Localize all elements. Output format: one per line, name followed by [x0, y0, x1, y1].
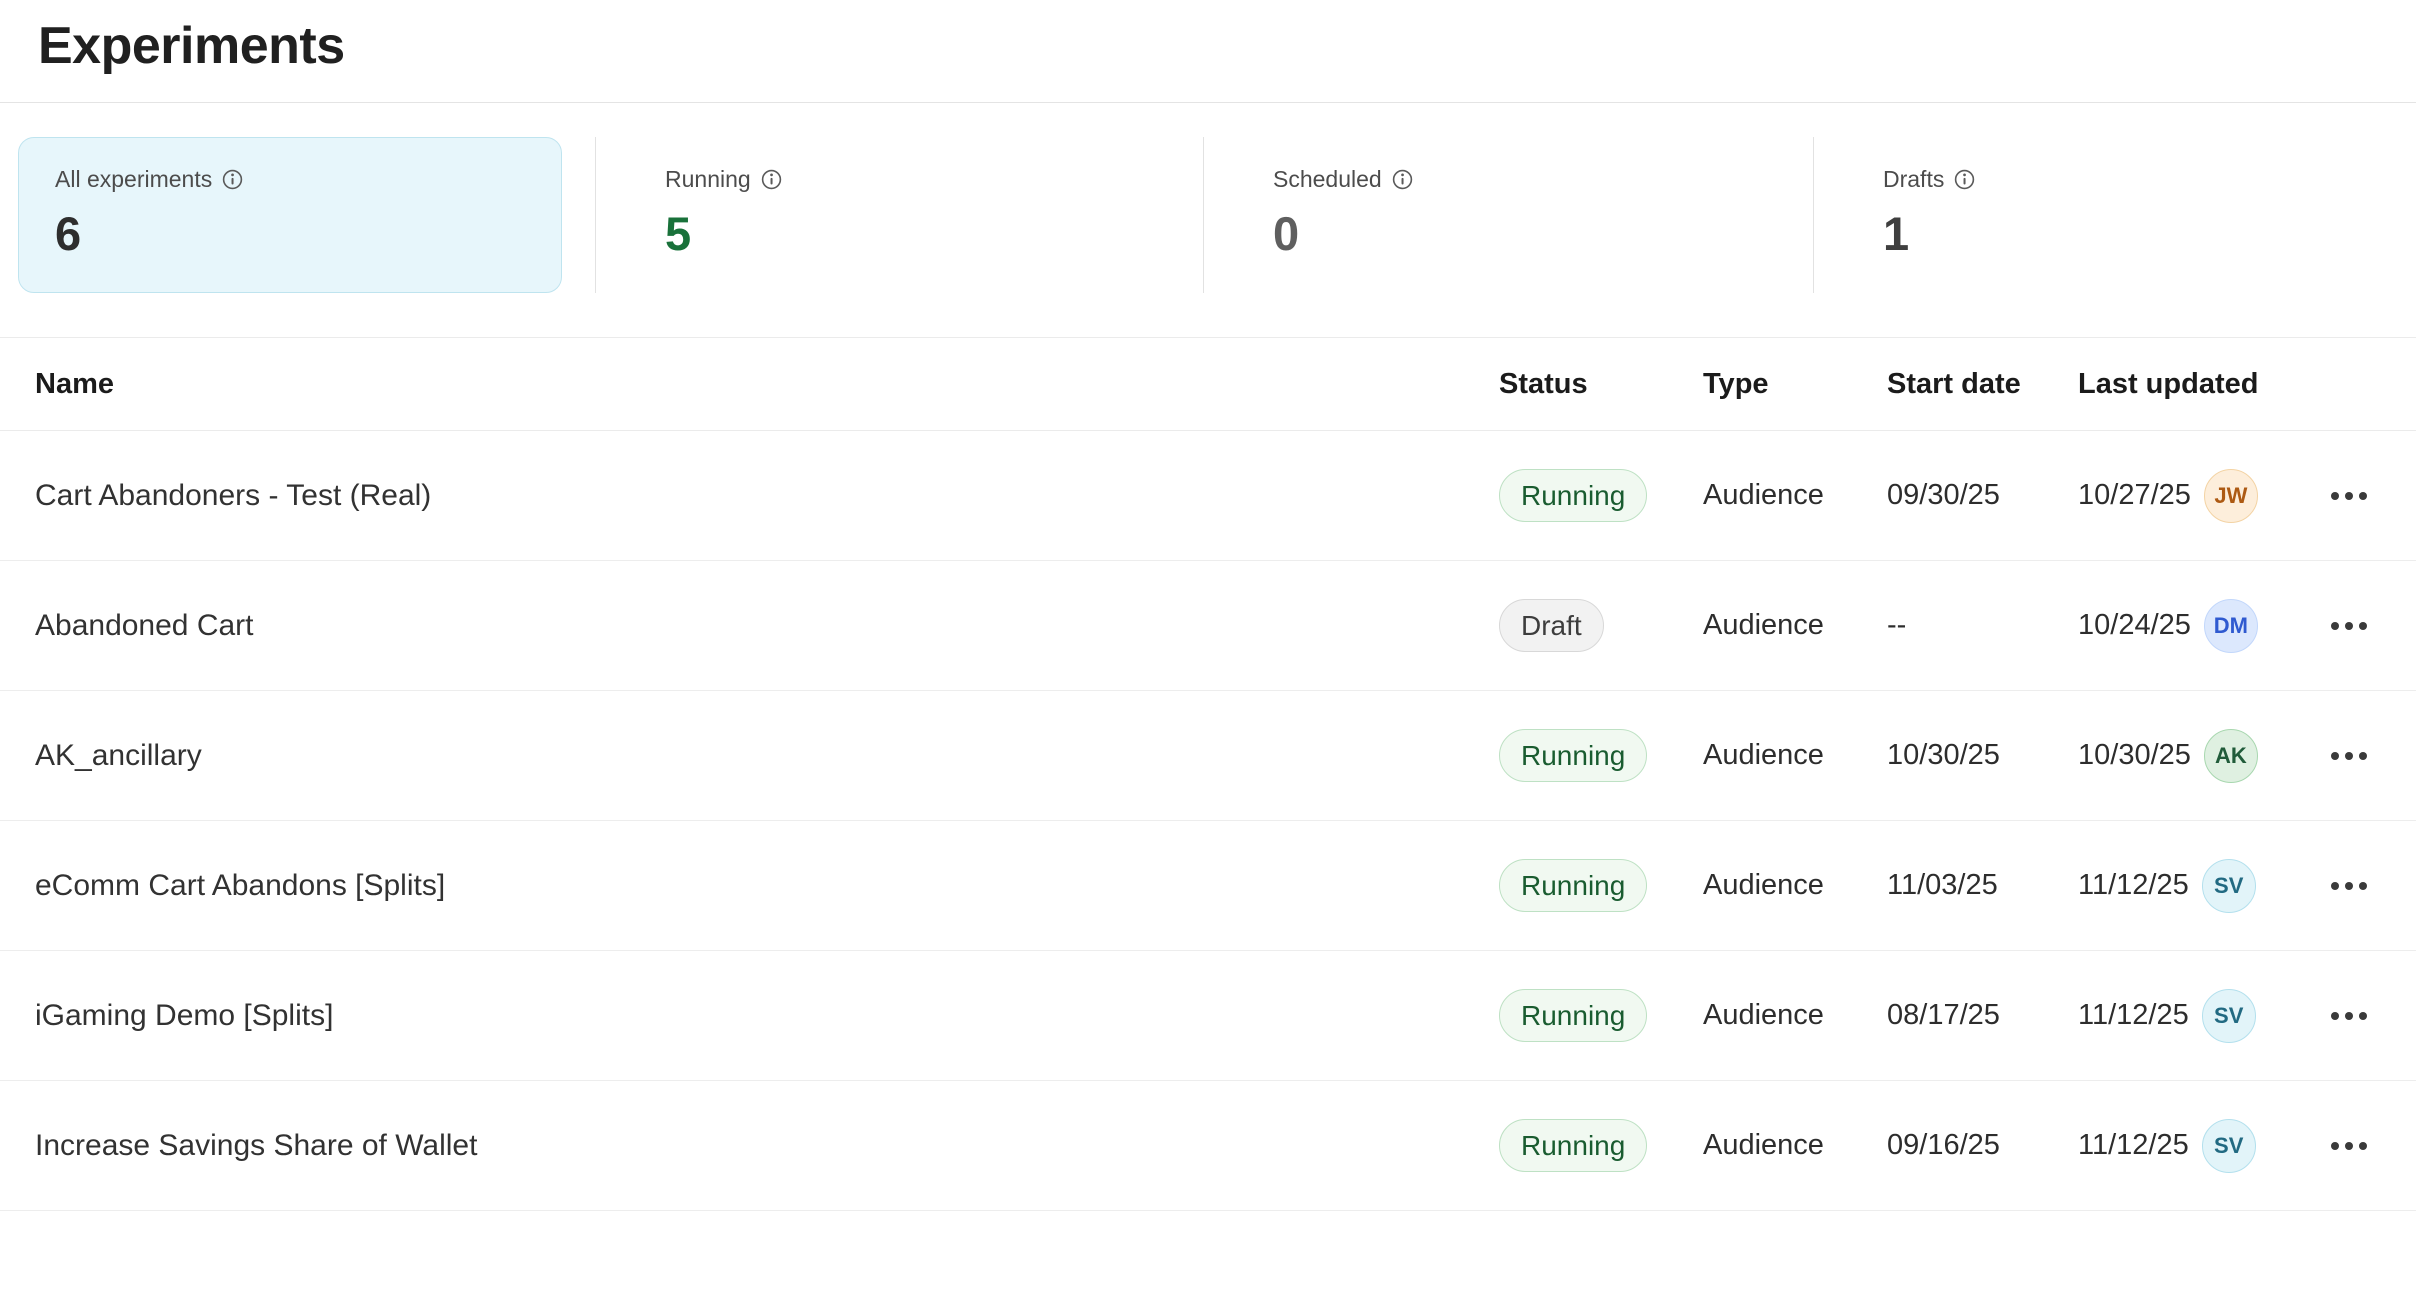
ellipsis-icon	[2331, 492, 2339, 500]
stat-card-scheduled[interactable]: Scheduled 0	[1204, 137, 1813, 293]
last-updated-date: 11/12/25	[2078, 999, 2189, 1032]
stat-card-running[interactable]: Running 5	[596, 137, 1203, 293]
info-icon[interactable]	[761, 169, 782, 190]
stats-row: All experiments 6 Running 5	[0, 137, 2416, 293]
ellipsis-icon	[2331, 1012, 2339, 1020]
row-actions-button[interactable]	[2323, 1130, 2375, 1162]
experiment-name[interactable]: Increase Savings Share of Wallet	[35, 1129, 1499, 1163]
experiment-name[interactable]: Abandoned Cart	[35, 609, 1499, 643]
table-row[interactable]: eComm Cart Abandons [Splits] Running Aud…	[0, 821, 2416, 951]
avatar[interactable]: JW	[2204, 469, 2258, 523]
column-header-start-date: Start date	[1887, 368, 2078, 401]
table-header: Name Status Type Start date Last updated	[0, 338, 2416, 431]
experiment-name[interactable]: AK_ancillary	[35, 739, 1499, 773]
last-updated-date: 11/12/25	[2078, 1129, 2189, 1162]
experiment-name[interactable]: eComm Cart Abandons [Splits]	[35, 869, 1499, 903]
table-row[interactable]: iGaming Demo [Splits] Running Audience 0…	[0, 951, 2416, 1081]
experiment-type: Audience	[1703, 869, 1887, 902]
start-date: 10/30/25	[1887, 739, 2078, 772]
start-date: 09/16/25	[1887, 1129, 2078, 1162]
column-header-type: Type	[1703, 368, 1887, 401]
info-icon[interactable]	[222, 169, 243, 190]
row-actions-button[interactable]	[2323, 740, 2375, 772]
table-row[interactable]: Increase Savings Share of Wallet Running…	[0, 1081, 2416, 1211]
start-date: --	[1887, 609, 2078, 642]
stat-label: All experiments	[55, 166, 212, 193]
status-badge: Running	[1499, 1119, 1647, 1173]
column-header-name: Name	[35, 368, 1499, 401]
row-actions-button[interactable]	[2323, 870, 2375, 902]
table-body: Cart Abandoners - Test (Real) Running Au…	[0, 431, 2416, 1211]
stat-card-all-experiments[interactable]: All experiments 6	[18, 137, 562, 293]
stat-value: 6	[55, 206, 525, 261]
info-icon[interactable]	[1954, 169, 1975, 190]
ellipsis-icon	[2331, 752, 2339, 760]
avatar[interactable]: SV	[2202, 859, 2256, 913]
start-date: 08/17/25	[1887, 999, 2078, 1032]
row-actions-button[interactable]	[2323, 480, 2375, 512]
start-date: 11/03/25	[1887, 869, 2078, 902]
stat-label: Scheduled	[1273, 166, 1382, 193]
page-header: Experiments	[0, 0, 2416, 103]
stat-value: 1	[1883, 206, 2415, 261]
avatar[interactable]: DM	[2204, 599, 2258, 653]
ellipsis-icon	[2331, 1142, 2339, 1150]
experiment-type: Audience	[1703, 739, 1887, 772]
column-header-last-updated: Last updated	[2078, 368, 2308, 401]
experiment-type: Audience	[1703, 999, 1887, 1032]
page-title: Experiments	[38, 16, 2416, 76]
last-updated-date: 10/27/25	[2078, 479, 2191, 512]
stat-value: 5	[665, 206, 1202, 261]
stat-label: Running	[665, 166, 751, 193]
ellipsis-icon	[2331, 882, 2339, 890]
last-updated-date: 10/24/25	[2078, 609, 2191, 642]
last-updated-date: 10/30/25	[2078, 739, 2191, 772]
last-updated-date: 11/12/25	[2078, 869, 2189, 902]
status-badge: Running	[1499, 859, 1647, 913]
table-row[interactable]: AK_ancillary Running Audience 10/30/25 1…	[0, 691, 2416, 821]
row-actions-button[interactable]	[2323, 1000, 2375, 1032]
avatar[interactable]: SV	[2202, 1119, 2256, 1173]
stat-value: 0	[1273, 206, 1812, 261]
table-row[interactable]: Cart Abandoners - Test (Real) Running Au…	[0, 431, 2416, 561]
status-badge: Running	[1499, 469, 1647, 523]
info-icon[interactable]	[1392, 169, 1413, 190]
table-row[interactable]: Abandoned Cart Draft Audience -- 10/24/2…	[0, 561, 2416, 691]
status-badge: Running	[1499, 729, 1647, 783]
experiment-type: Audience	[1703, 609, 1887, 642]
stat-label: Drafts	[1883, 166, 1944, 193]
experiment-name[interactable]: iGaming Demo [Splits]	[35, 999, 1499, 1033]
status-badge: Draft	[1499, 599, 1604, 653]
avatar[interactable]: AK	[2204, 729, 2258, 783]
start-date: 09/30/25	[1887, 479, 2078, 512]
column-header-status: Status	[1499, 368, 1703, 401]
ellipsis-icon	[2331, 622, 2339, 630]
experiment-type: Audience	[1703, 1129, 1887, 1162]
experiment-name[interactable]: Cart Abandoners - Test (Real)	[35, 479, 1499, 513]
experiments-table: Name Status Type Start date Last updated…	[0, 337, 2416, 1211]
row-actions-button[interactable]	[2323, 610, 2375, 642]
avatar[interactable]: SV	[2202, 989, 2256, 1043]
status-badge: Running	[1499, 989, 1647, 1043]
experiment-type: Audience	[1703, 479, 1887, 512]
stat-card-drafts[interactable]: Drafts 1	[1814, 137, 2416, 293]
